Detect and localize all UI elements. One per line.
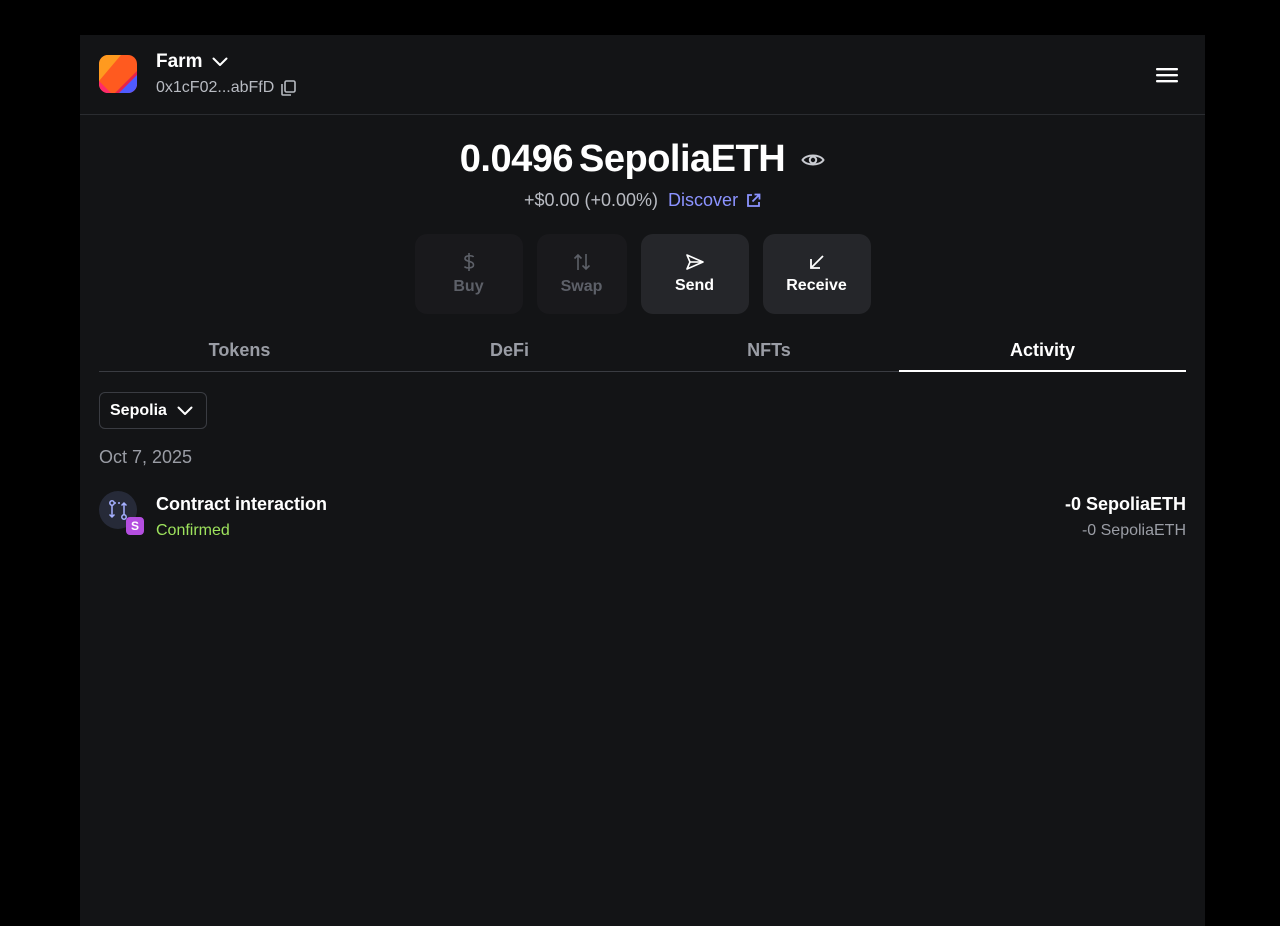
tab-activity[interactable]: Activity: [899, 330, 1186, 372]
account-address-row: 0x1cF02...abFfD: [156, 79, 297, 97]
receive-button[interactable]: Receive: [762, 234, 871, 314]
activity-amount-secondary: -0 SepoliaETH: [1081, 522, 1186, 539]
send-button[interactable]: Send: [640, 234, 749, 314]
activity-date-header: Oct 7, 2025: [99, 447, 193, 467]
chevron-down-icon: [177, 406, 193, 416]
dollar-icon: [462, 252, 476, 272]
tab-bar: Tokens DeFi NFTs Activity: [99, 330, 1186, 372]
network-filter-dropdown[interactable]: Sepolia: [99, 392, 207, 429]
swap-button[interactable]: Swap: [536, 234, 627, 314]
account-selector[interactable]: Farm: [156, 51, 228, 73]
external-link-icon: [746, 193, 761, 208]
wallet-panel: Farm 0x1cF02...abFfD 0.0496 SepoliaETH +$…: [80, 35, 1205, 926]
header: Farm 0x1cF02...abFfD: [80, 35, 1205, 115]
discover-label: Discover: [668, 190, 739, 210]
tab-tokens[interactable]: Tokens: [99, 330, 380, 371]
tab-nfts[interactable]: NFTs: [639, 330, 899, 371]
send-arrow-icon: [685, 253, 705, 271]
discover-link[interactable]: Discover: [668, 190, 761, 211]
balance-row: 0.0496 SepoliaETH: [80, 138, 1205, 181]
copy-icon[interactable]: [281, 80, 297, 96]
balance-value: 0.0496: [459, 138, 574, 180]
activity-list-item[interactable]: S Contract interaction Confirmed -0 Sepo…: [99, 490, 1186, 544]
swap-label: Swap: [560, 278, 603, 295]
balance-unit: SepoliaETH: [579, 138, 786, 180]
buy-label: Buy: [453, 278, 484, 295]
activity-title: Contract interaction: [156, 494, 328, 514]
account-address: 0x1cF02...abFfD: [156, 79, 275, 96]
action-buttons: Buy Swap Send Receive: [80, 234, 1205, 314]
network-badge: S: [126, 517, 144, 535]
balance-amount: 0.0496 SepoliaETH: [459, 138, 786, 181]
account-logo[interactable]: [99, 55, 137, 93]
buy-button[interactable]: Buy: [414, 234, 523, 314]
activity-amount: -0 SepoliaETH: [1064, 494, 1186, 514]
balance-change: +$0.00 (+0.00%): [523, 190, 659, 210]
receive-arrow-icon: [808, 253, 826, 271]
send-label: Send: [674, 277, 715, 294]
swap-arrows-icon: [573, 252, 591, 272]
receive-label: Receive: [786, 277, 847, 294]
tab-defi[interactable]: DeFi: [380, 330, 639, 371]
chevron-down-icon: [212, 57, 228, 67]
hamburger-menu-icon[interactable]: [1155, 65, 1179, 85]
balance-subline: +$0.00 (+0.00%) Discover: [80, 190, 1205, 211]
network-filter-label: Sepolia: [110, 401, 167, 419]
account-name: Farm: [156, 51, 203, 72]
eye-icon[interactable]: [801, 152, 825, 168]
activity-status: Confirmed: [156, 522, 230, 539]
